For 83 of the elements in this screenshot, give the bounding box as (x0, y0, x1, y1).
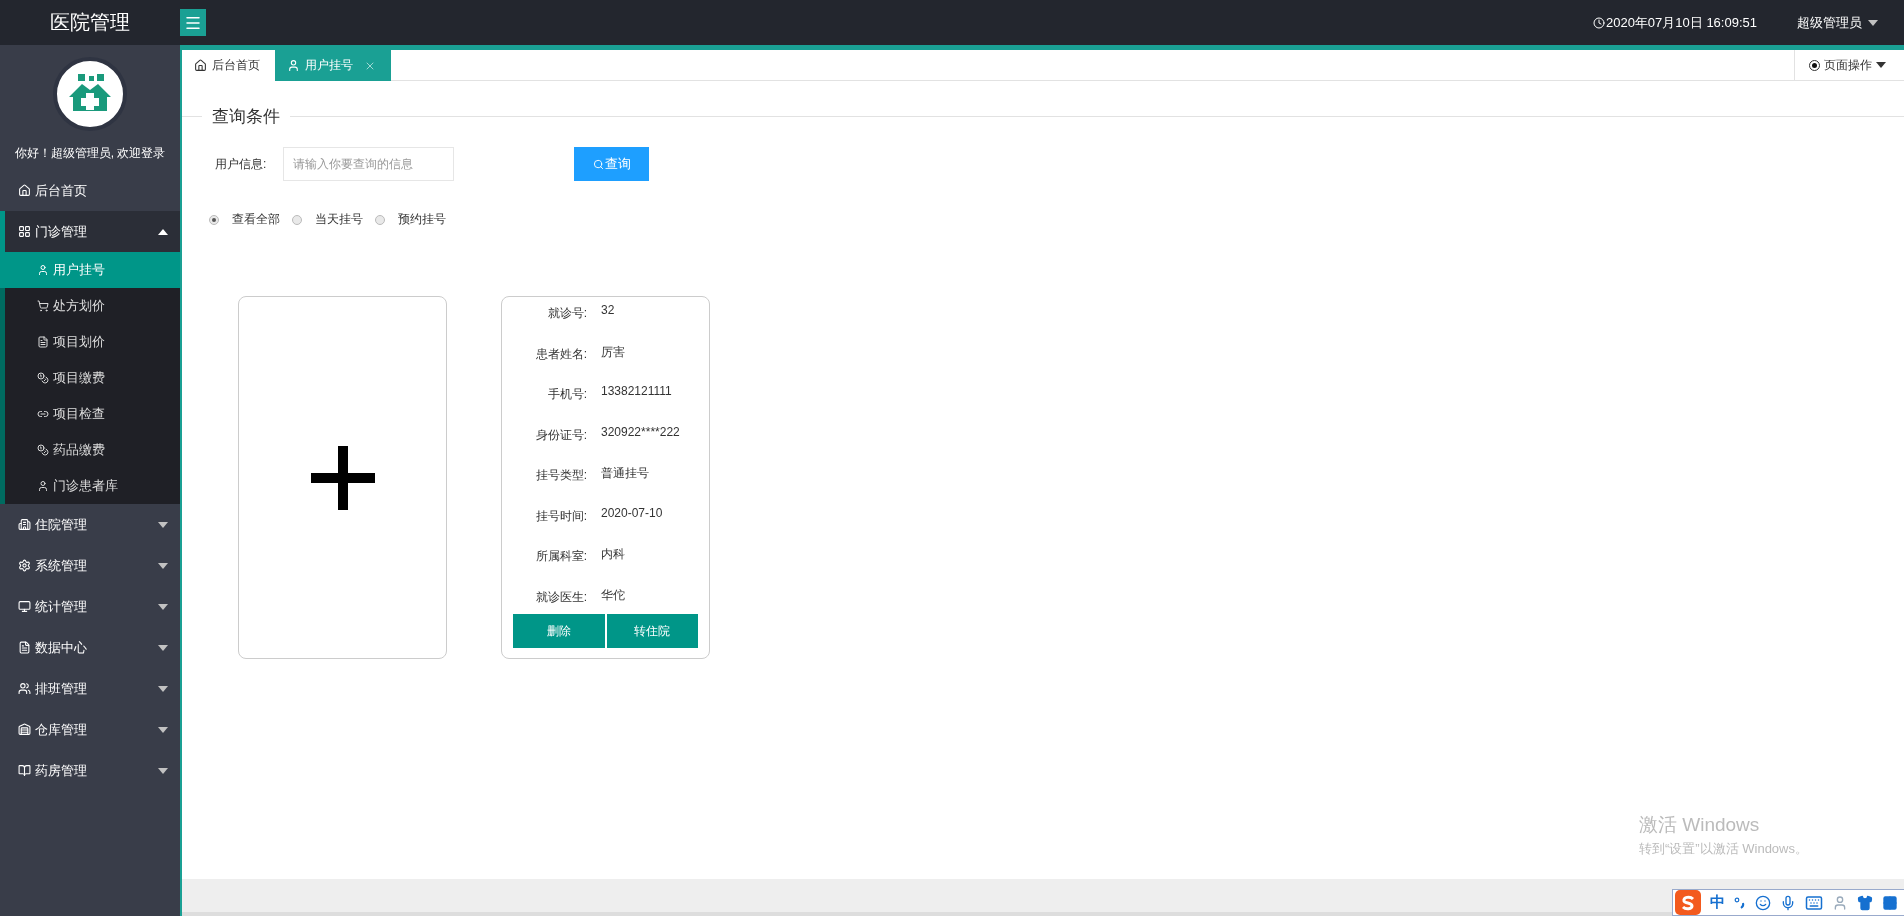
user-menu[interactable]: 超级管理员 (1797, 13, 1878, 32)
activation-hint: 转到“设置”以激活 Windows。 (1639, 840, 1808, 858)
field-value: 普通挂号 (601, 465, 649, 482)
user-icon (18, 682, 31, 695)
filter-radio[interactable]: 查看全部 (209, 211, 280, 228)
caret-icon (158, 521, 168, 528)
transfer-button[interactable]: 转住院 (606, 614, 698, 648)
app-title: 医院管理 (49, 10, 131, 35)
home-icon (194, 59, 207, 72)
caret-icon (158, 644, 168, 651)
warehouse-icon (18, 723, 31, 736)
menu-button[interactable] (180, 9, 206, 36)
plus-icon (310, 445, 375, 510)
field-label: 手机号: (546, 386, 587, 403)
settings-icon (18, 559, 31, 572)
clock-icon (1592, 16, 1605, 29)
microphone-icon[interactable] (1780, 894, 1796, 911)
welcome-text: 你好！超级管理员, 欢迎登录 (14, 145, 166, 162)
section-legend: 查询条件 (202, 105, 290, 128)
submenu-item[interactable]: 项目划价 (5, 324, 180, 360)
field-label: 挂号时间: (534, 507, 587, 525)
field-label: 身份证号: (534, 426, 587, 444)
menu-item[interactable]: 系统管理 (0, 545, 180, 586)
menu-item[interactable]: 后台首页 (0, 170, 180, 211)
field-value: 华佗 (601, 586, 625, 604)
date-time: 2020年07月10日 16:09:51 (1605, 13, 1757, 32)
field-label: 就诊医生: (534, 588, 587, 606)
menu-item[interactable]: 门诊管理 (0, 211, 180, 252)
caret-icon (158, 726, 168, 733)
caret-icon (158, 767, 168, 774)
search-icon (592, 158, 604, 170)
field-value: 2020-07-10 (601, 504, 663, 520)
menu-item[interactable]: 仓库管理 (0, 709, 180, 750)
caret-icon (158, 685, 168, 692)
document-icon (37, 336, 49, 348)
book-icon (18, 764, 31, 777)
document-icon (18, 641, 31, 654)
punctuation-icon[interactable] (1734, 896, 1746, 909)
smile-icon[interactable] (1755, 894, 1771, 911)
submenu-item[interactable]: 药品缴费 (5, 432, 180, 468)
field-value: 13382121111 (601, 383, 672, 398)
menu-item[interactable]: 排班管理 (0, 668, 180, 709)
caret-icon (158, 603, 168, 610)
coin-icon (37, 372, 49, 384)
ime-mode[interactable]: 中 (1710, 893, 1725, 912)
user-icon (37, 480, 49, 492)
building-icon (18, 518, 31, 531)
shirt-icon[interactable] (1857, 894, 1873, 911)
submenu-item[interactable]: 项目检查 (5, 396, 180, 432)
submenu-item[interactable]: 处方划价 (5, 288, 180, 324)
field-label: 用户信息: (215, 155, 268, 173)
field-label: 就诊号: (546, 305, 587, 322)
user-icon (287, 59, 300, 72)
filter-radio[interactable]: 当天挂号 (292, 211, 363, 228)
caret-icon (158, 228, 168, 235)
menu-item[interactable]: 统计管理 (0, 586, 180, 627)
coin-icon (37, 444, 49, 456)
menu-item[interactable]: 住院管理 (0, 504, 180, 545)
cart-icon (37, 300, 49, 312)
home-icon (18, 184, 31, 197)
submenu-item[interactable]: 用户挂号 (0, 252, 180, 288)
field-label: 患者姓名: (534, 345, 587, 363)
filter-radio[interactable]: 预约挂号 (375, 211, 446, 228)
field-label: 挂号类型: (534, 467, 587, 484)
search-field[interactable]: 请输入你要查询的信息 (283, 147, 454, 181)
caret-icon (1868, 19, 1878, 26)
caret-icon (158, 562, 168, 569)
field-value: 32 (601, 302, 615, 317)
link-icon (37, 408, 49, 420)
menu-item[interactable]: 数据中心 (0, 627, 180, 668)
field-value: 内科 (601, 546, 625, 563)
user-icon (37, 264, 49, 276)
monitor-icon (18, 600, 31, 613)
caret-icon (1876, 62, 1886, 68)
submenu-item[interactable]: 项目缴费 (5, 360, 180, 396)
activation-title: 激活 Windows (1639, 813, 1761, 837)
delete-button[interactable]: 删除 (513, 614, 605, 648)
submenu-item[interactable]: 门诊患者库 (5, 468, 180, 504)
field-label: 所属科室: (534, 548, 587, 565)
menu-item[interactable]: 药房管理 (0, 750, 180, 791)
field-value: 厉害 (601, 343, 625, 361)
field-value: 320922****222 (601, 423, 680, 439)
keyboard-icon[interactable] (1805, 893, 1823, 912)
